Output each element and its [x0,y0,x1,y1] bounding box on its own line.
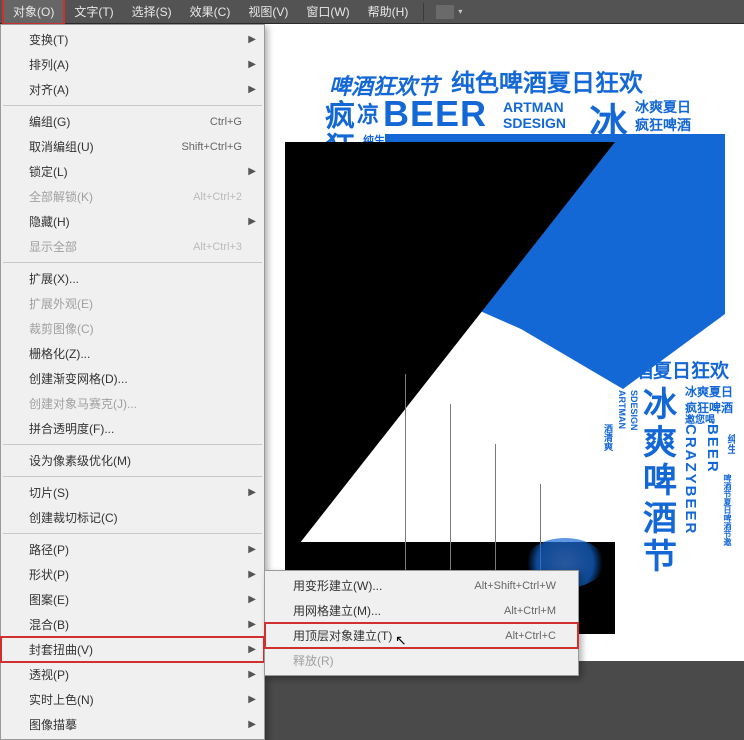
tool-icon[interactable] [436,5,454,19]
object-menu-dropdown: 变换(T)▶ 排列(A)▶ 对齐(A)▶ 编组(G)Ctrl+G 取消编组(U)… [0,24,265,740]
menu-transform[interactable]: 变换(T)▶ [1,27,264,52]
menu-imgtrace[interactable]: 图像描摹▶ [1,712,264,737]
menu-window[interactable]: 窗口(W) [297,0,358,23]
artwork: 啤酒狂欢节 纯色啤酒夏日狂欢 疯 凉 BEER ARTMAN SDESIGN 冰… [285,54,735,634]
menu-align[interactable]: 对齐(A)▶ [1,77,264,102]
menu-select[interactable]: 选择(S) [123,0,181,23]
art-text: 疯狂啤酒 [685,402,733,414]
chevron-right-icon: ▶ [248,544,256,555]
menu-gradientmesh[interactable]: 创建渐变网格(D)... [1,366,264,391]
chevron-right-icon: ▶ [248,619,256,630]
menu-crop: 裁剪图像(C) [1,316,264,341]
art-text: 啤酒节夏日啤酒节邀 [723,474,731,546]
separator [3,444,262,445]
art-text: ARTMAN [617,390,626,429]
menu-object[interactable]: 对象(O) [2,0,65,25]
chevron-right-icon: ▶ [248,216,256,227]
menu-view[interactable]: 视图(V) [239,0,297,23]
art-text: 酒 [643,502,677,536]
canvas-area[interactable]: 啤酒狂欢节 纯色啤酒夏日狂欢 疯 凉 BEER ARTMAN SDESIGN 冰… [265,24,744,661]
separator [3,262,262,263]
menu-lock[interactable]: 锁定(L)▶ [1,159,264,184]
artboard: 啤酒狂欢节 纯色啤酒夏日狂欢 疯 凉 BEER ARTMAN SDESIGN 冰… [285,54,735,654]
art-text: 冰爽夏日 [635,100,691,114]
chevron-right-icon: ▶ [248,694,256,705]
separator [3,476,262,477]
chevron-right-icon: ▶ [248,34,256,45]
menu-flatten[interactable]: 拼合透明度(F)... [1,416,264,441]
separator [3,105,262,106]
separator [423,3,424,21]
submenu-make-with-top-object[interactable]: 用顶层对象建立(T)Alt+Ctrl+C [265,623,578,648]
chevron-right-icon: ▶ [248,166,256,177]
chevron-right-icon: ▶ [248,719,256,730]
menu-help[interactable]: 帮助(H) [359,0,418,23]
art-text: 啤 [643,464,677,498]
menu-hide[interactable]: 隐藏(H)▶ [1,209,264,234]
menu-livepaint[interactable]: 实时上色(N)▶ [1,687,264,712]
art-text: SDESIGN [629,390,638,431]
chevron-down-icon[interactable]: ▾ [458,7,462,16]
art-text: 节 [643,540,677,574]
chevron-right-icon: ▶ [248,569,256,580]
chevron-right-icon: ▶ [248,669,256,680]
menu-expand[interactable]: 扩展(X)... [1,266,264,291]
menu-showall: 显示全部Alt+Ctrl+3 [1,234,264,259]
menu-arrange[interactable]: 排列(A)▶ [1,52,264,77]
menu-envelope-distort[interactable]: 封套扭曲(V)▶ [1,637,264,662]
menu-unlockall: 全部解锁(K)Alt+Ctrl+2 [1,184,264,209]
menu-slice[interactable]: 切片(S)▶ [1,480,264,505]
art-text: 冰爽夏日 [685,386,733,398]
menu-effect[interactable]: 效果(C) [181,0,240,23]
menu-type[interactable]: 文字(T) [65,0,122,23]
art-text: 冰 [643,388,677,422]
menu-pixelperfect[interactable]: 设为像素级优化(M) [1,448,264,473]
art-text: BEER [705,424,720,474]
menu-ungroup[interactable]: 取消编组(U)Shift+Ctrl+G [1,134,264,159]
art-text: 凉 [357,104,379,126]
menu-path[interactable]: 路径(P)▶ [1,537,264,562]
chevron-right-icon: ▶ [248,594,256,605]
submenu-make-with-mesh[interactable]: 用网格建立(M)...Alt+Ctrl+M [265,598,578,623]
chevron-right-icon: ▶ [248,487,256,498]
art-text: 纯生 [725,434,735,454]
chevron-right-icon: ▶ [248,84,256,95]
art-text: BEER [383,96,487,132]
menu-shape[interactable]: 形状(P)▶ [1,562,264,587]
art-text: SDESIGN [503,116,566,130]
menu-trim[interactable]: 创建裁切标记(C) [1,505,264,530]
chevron-right-icon: ▶ [248,644,256,655]
art-text: 疯 [325,102,355,132]
envelope-submenu: 用变形建立(W)...Alt+Shift+Ctrl+W 用网格建立(M)...A… [264,570,579,676]
menu-perspective[interactable]: 透视(P)▶ [1,662,264,687]
menu-group[interactable]: 编组(G)Ctrl+G [1,109,264,134]
menu-blend[interactable]: 混合(B)▶ [1,612,264,637]
menu-expandapp: 扩展外观(E) [1,291,264,316]
art-text: 疯狂啤酒 [635,118,691,132]
art-text: 爽 [643,426,677,460]
menu-pattern[interactable]: 图案(E)▶ [1,587,264,612]
menu-rasterize[interactable]: 栅格化(Z)... [1,341,264,366]
art-text: CRAZYBEER [683,424,698,535]
submenu-make-with-warp[interactable]: 用变形建立(W)...Alt+Shift+Ctrl+W [265,573,578,598]
menu-mosaic: 创建对象马赛克(J)... [1,391,264,416]
separator [3,533,262,534]
art-text: 邀您喝 [685,416,715,426]
art-text: ARTMAN [503,100,564,114]
chevron-right-icon: ▶ [248,59,256,70]
menu-bar: 对象(O) 文字(T) 选择(S) 效果(C) 视图(V) 窗口(W) 帮助(H… [0,0,744,24]
